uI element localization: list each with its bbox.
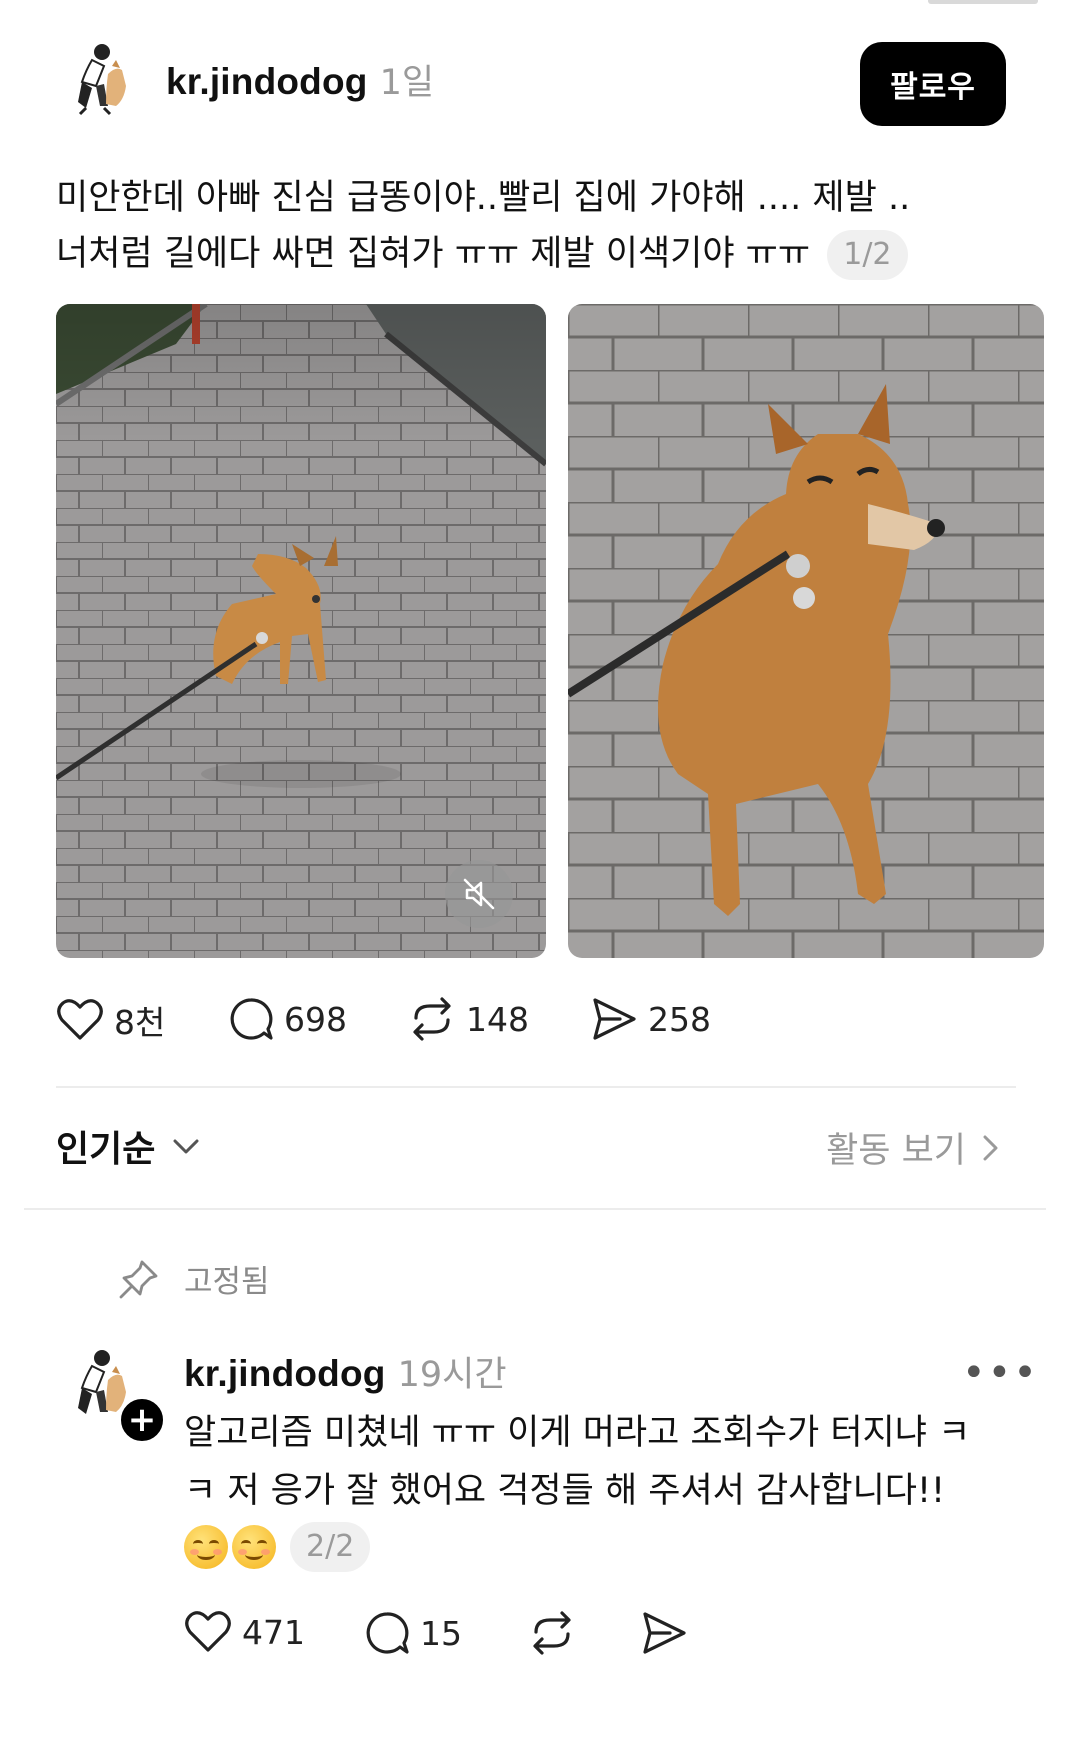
author-username[interactable]: kr.jindodog xyxy=(166,61,368,103)
like-count: 8천 xyxy=(114,1003,166,1042)
add-follow-badge[interactable]: + xyxy=(118,1396,166,1444)
speech-bubble-icon xyxy=(230,998,273,1040)
post-text-line: 미안한데 아빠 진심 급똥이야..빨리 집에 가야해 .... 제발 .. xyxy=(56,178,911,218)
comment-share-button[interactable] xyxy=(640,1610,688,1656)
pinned-indicator: 고정됨 xyxy=(118,1256,270,1301)
repost-count: 148 xyxy=(466,999,529,1039)
post-text-line: 너처럼 길에다 싸면 집혀가 ㅠㅠ 제발 이색기야 ㅠㅠ xyxy=(56,234,811,274)
author-avatar[interactable] xyxy=(56,36,140,120)
comment-like-button[interactable]: 471 xyxy=(184,1610,305,1654)
smiling-face-icon xyxy=(184,1525,228,1569)
comment-reply-button[interactable]: 15 xyxy=(364,1610,462,1656)
more-options-button[interactable]: ••• xyxy=(962,1350,1039,1396)
comment-like-count: 471 xyxy=(242,1612,305,1652)
smiling-face-icon xyxy=(232,1525,276,1569)
divider xyxy=(24,1208,1046,1210)
follow-button[interactable]: 팔로우 xyxy=(860,42,1006,126)
heart-icon xyxy=(57,999,103,1040)
divider xyxy=(56,1086,1016,1088)
post-photo[interactable] xyxy=(568,304,1044,958)
sort-label: 인기순 xyxy=(56,1129,156,1170)
speaker-muted-icon xyxy=(463,878,495,910)
comment-text-line: ㅋ 저 응가 잘 했어요 걱정들 해 주셔서 감사합니다!! xyxy=(184,1471,946,1511)
heart-icon xyxy=(185,1611,231,1652)
mute-button[interactable] xyxy=(445,860,513,928)
send-icon xyxy=(643,1612,686,1654)
chevron-down-icon xyxy=(173,1139,199,1154)
share-button[interactable]: 258 xyxy=(590,996,711,1042)
post-timestamp: 1일 xyxy=(379,63,435,103)
send-icon xyxy=(593,998,636,1040)
pinned-label: 고정됨 xyxy=(184,1264,270,1300)
share-count: 258 xyxy=(648,999,711,1039)
comment-text-line: 알고리즘 미쳤네 ㅠㅠ 이게 머라고 조회수가 터지냐 ㅋ xyxy=(184,1413,971,1453)
page-indicator: 2/2 xyxy=(290,1522,371,1572)
commenter-username[interactable]: kr.jindodog xyxy=(184,1353,386,1395)
view-activity-link[interactable]: 활동 보기 xyxy=(826,1122,1004,1173)
comment-emoji-row: 2/2 xyxy=(184,1522,371,1572)
view-activity-label: 활동 보기 xyxy=(826,1131,966,1171)
comment-timestamp: 19시간 xyxy=(397,1355,507,1395)
chevron-right-icon xyxy=(983,1135,998,1160)
page-indicator: 1/2 xyxy=(827,230,908,280)
comment-reply-count: 15 xyxy=(420,1613,462,1653)
pin-icon xyxy=(119,1260,158,1298)
post-body: 미안한데 아빠 진심 급똥이야..빨리 집에 가야해 .... 제발 .. 너처… xyxy=(56,170,1016,282)
repost-icon xyxy=(413,997,451,1041)
repost-button[interactable]: 148 xyxy=(408,996,529,1042)
top-edge-bar xyxy=(928,0,1038,4)
like-button[interactable]: 8천 xyxy=(56,996,165,1044)
repost-icon xyxy=(533,1611,571,1655)
comment-repost-button[interactable] xyxy=(528,1610,576,1656)
comment-button[interactable]: 698 xyxy=(228,996,347,1042)
comment-count: 698 xyxy=(284,999,347,1039)
comment-body: 알고리즘 미쳤네 ㅠㅠ 이게 머라고 조회수가 터지냐 ㅋ ㅋ 저 응가 잘 했… xyxy=(184,1404,1024,1520)
speech-bubble-icon xyxy=(366,1612,409,1654)
sort-dropdown[interactable]: 인기순 xyxy=(56,1120,203,1172)
